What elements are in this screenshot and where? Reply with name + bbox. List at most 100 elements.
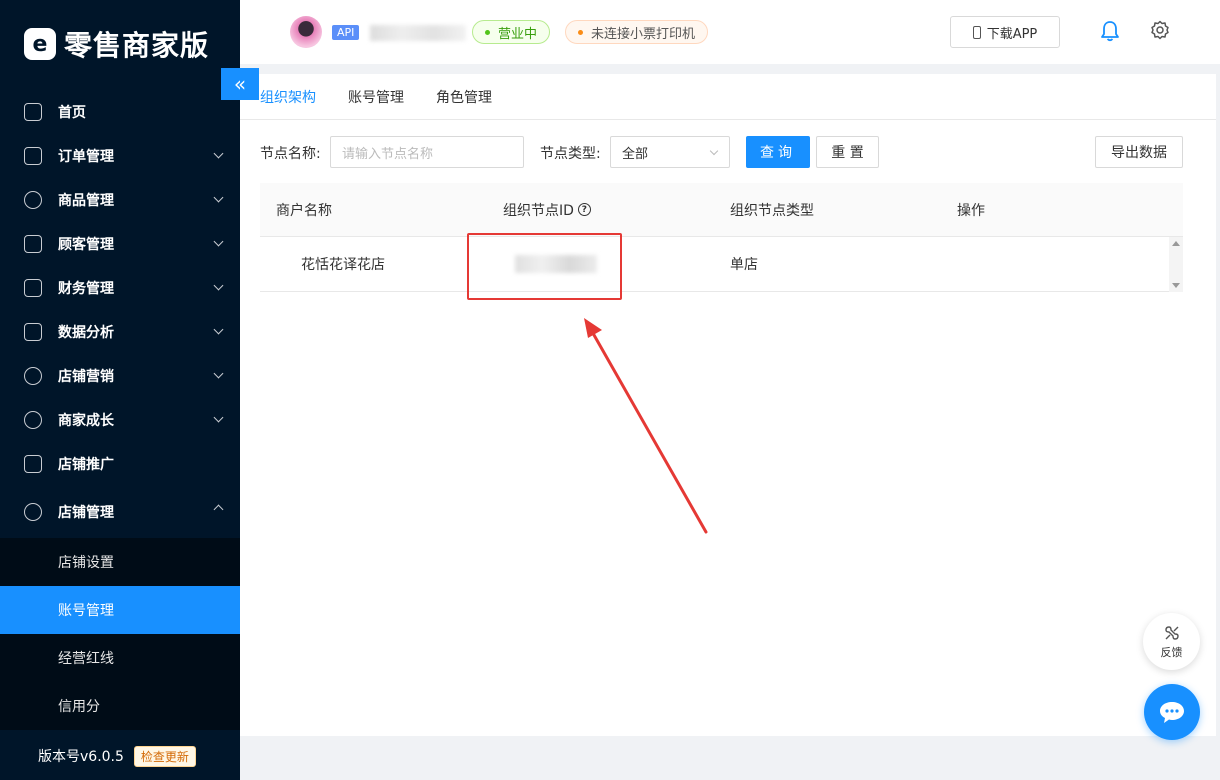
scroll-up-icon[interactable] — [1172, 241, 1180, 246]
tab-role-management[interactable]: 角色管理 — [436, 87, 492, 119]
status-dot-icon — [485, 29, 490, 35]
sidebar-item-marketing[interactable]: 店铺营销 — [0, 354, 240, 398]
tab-bar: 组织架构 账号管理 角色管理 — [240, 74, 1216, 120]
sidebar-item-orders[interactable]: 订单管理 — [0, 134, 240, 178]
column-header-actions: 操作 — [957, 202, 985, 219]
sidebar-item-growth[interactable]: 商家成长 — [0, 398, 240, 442]
column-header-merchant: 商户名称 — [276, 202, 332, 219]
sidebar-item-label: 店铺营销 — [58, 369, 114, 385]
home-icon — [24, 103, 42, 121]
chevron-up-icon — [213, 504, 224, 515]
bell-icon[interactable] — [1100, 20, 1120, 42]
analytics-icon — [24, 323, 42, 341]
chevron-down-icon — [213, 368, 224, 379]
chevron-down-icon — [213, 236, 224, 247]
brand-title: 零售商家版 — [64, 29, 210, 62]
main-content: 组织架构 账号管理 角色管理 节点名称: 请输入节点名称 节点类型: 全部 查询… — [240, 74, 1216, 736]
sidebar-item-promotion[interactable]: 店铺推广 — [0, 442, 240, 486]
reset-button[interactable]: 重 置 — [816, 136, 879, 168]
sidebar-item-store-management[interactable]: 店铺管理 — [0, 486, 240, 538]
api-badge: API — [332, 25, 360, 40]
chevron-down-icon — [213, 324, 224, 335]
product-icon — [24, 191, 42, 209]
customer-icon — [24, 235, 42, 253]
org-table: 商户名称 组织节点ID ? 组织节点类型 操作 花恬花译花店 单店 — [260, 183, 1183, 292]
tab-account-management[interactable]: 账号管理 — [348, 87, 404, 119]
chevron-down-icon — [213, 280, 224, 291]
sidebar-collapse-button[interactable]: « — [221, 68, 259, 100]
column-header-node-id: 组织节点ID ? — [487, 200, 714, 220]
sidebar-item-label: 店铺推广 — [58, 457, 114, 473]
avatar[interactable] — [290, 16, 322, 48]
marketing-icon — [24, 367, 42, 385]
node-type-select[interactable]: 全部 — [610, 136, 730, 168]
status-dot-icon — [578, 29, 583, 35]
sidebar-subitem-account-management[interactable]: 账号管理 — [0, 586, 240, 634]
logo-icon: e — [24, 28, 56, 60]
sidebar-item-label: 顾客管理 — [58, 237, 114, 253]
check-update-button[interactable]: 检查更新 — [133, 745, 196, 767]
header: API 营业中 未连接小票打印机 下载APP — [240, 0, 1220, 64]
table-row: 花恬花译花店 单店 — [260, 237, 1183, 292]
cell-node-type: 单店 — [730, 257, 758, 273]
chevron-down-icon — [709, 146, 719, 156]
printer-status-badge[interactable]: 未连接小票打印机 — [565, 20, 709, 44]
sidebar-item-label: 商家成长 — [58, 413, 114, 429]
settings-gear-icon[interactable] — [1150, 20, 1170, 40]
sidebar-item-label: 财务管理 — [58, 281, 114, 297]
gear-icon — [24, 503, 42, 521]
table-header: 商户名称 组织节点ID ? 组织节点类型 操作 — [260, 183, 1183, 237]
help-icon[interactable]: ? — [577, 203, 591, 216]
chevron-down-icon — [213, 192, 224, 203]
column-header-node-type: 组织节点类型 — [730, 202, 814, 219]
sidebar-item-label: 订单管理 — [58, 149, 114, 165]
feedback-icon — [1164, 625, 1179, 640]
growth-icon — [24, 411, 42, 429]
store-open-status-badge: 营业中 — [472, 20, 551, 44]
chevron-down-icon — [213, 412, 224, 423]
export-data-button[interactable]: 导出数据 — [1095, 136, 1183, 168]
redacted-store-name — [370, 25, 466, 41]
node-type-value: 全部 — [622, 146, 649, 162]
sidebar: e 零售商家版 首页 订单管理 商品管理 顾客管理 财务管理 数据分析 店铺营销… — [0, 0, 240, 780]
submenu-store-management: 店铺设置 账号管理 经营红线 信用分 — [0, 538, 240, 730]
feedback-button[interactable]: 反馈 — [1143, 613, 1200, 670]
chat-bubble-icon — [1160, 702, 1184, 723]
megaphone-icon — [24, 455, 42, 473]
chat-support-button[interactable] — [1144, 684, 1200, 740]
phone-icon — [972, 25, 981, 39]
cell-merchant-name: 花恬花译花店 — [301, 257, 385, 273]
download-app-label: 下载APP — [986, 26, 1038, 42]
version-text: 版本号v6.0.5 — [38, 749, 124, 765]
annotation-highlight-box — [467, 233, 622, 300]
sidebar-item-home[interactable]: 首页 — [0, 90, 240, 134]
filter-bar: 节点名称: 请输入节点名称 节点类型: 全部 查询 重 置 导出数据 — [260, 136, 1183, 168]
scroll-down-icon[interactable] — [1172, 283, 1180, 288]
sidebar-item-finance[interactable]: 财务管理 — [0, 266, 240, 310]
brand-logo[interactable]: e 零售商家版 — [0, 0, 240, 88]
table-scrollbar[interactable] — [1169, 237, 1183, 292]
sidebar-subitem-business-redline[interactable]: 经营红线 — [0, 634, 240, 682]
sidebar-subitem-credit-score[interactable]: 信用分 — [0, 682, 240, 730]
sidebar-item-analytics[interactable]: 数据分析 — [0, 310, 240, 354]
feedback-label: 反馈 — [1160, 645, 1183, 659]
sidebar-item-label: 数据分析 — [58, 325, 114, 341]
tab-org-structure[interactable]: 组织架构 — [260, 87, 316, 119]
node-type-label: 节点类型: — [540, 146, 601, 162]
sidebar-subitem-store-settings[interactable]: 店铺设置 — [0, 538, 240, 586]
order-icon — [24, 147, 42, 165]
sidebar-item-products[interactable]: 商品管理 — [0, 178, 240, 222]
sidebar-item-label: 店铺管理 — [58, 505, 114, 521]
download-app-button[interactable]: 下载APP — [950, 16, 1060, 48]
query-button[interactable]: 查询 — [746, 136, 810, 168]
printer-status-label: 未连接小票打印机 — [591, 26, 696, 42]
sidebar-item-customers[interactable]: 顾客管理 — [0, 222, 240, 266]
status-label: 营业中 — [498, 26, 538, 42]
wallet-icon — [24, 279, 42, 297]
node-name-label: 节点名称: — [260, 146, 321, 162]
chevron-down-icon — [213, 148, 224, 159]
sidebar-menu: 首页 订单管理 商品管理 顾客管理 财务管理 数据分析 店铺营销 商家成长 店铺… — [0, 90, 240, 730]
node-name-input[interactable]: 请输入节点名称 — [330, 136, 524, 168]
version-bar: 版本号v6.0.5 检查更新 — [0, 732, 240, 780]
sidebar-item-label: 商品管理 — [58, 193, 114, 209]
